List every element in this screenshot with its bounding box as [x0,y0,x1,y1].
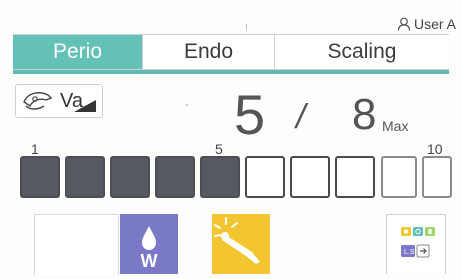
svg-text:L.S: L.S [404,249,415,256]
user-indicator[interactable]: User A [397,16,456,32]
tab-perio[interactable]: Perio [13,35,143,69]
water-button[interactable]: W [120,214,178,274]
power-current: 5 [234,83,266,146]
mode-tabs: Perio Endo Scaling [13,34,449,74]
scale-label-10: 10 [427,141,443,157]
scale-label-1: 1 [31,141,39,157]
light-button[interactable] [212,214,270,274]
level-bar[interactable] [155,156,195,198]
level-bar[interactable] [110,156,150,198]
level-bar[interactable] [422,156,452,198]
power-display: 5 / 8 Max [0,83,462,146]
bottom-toolbar: W L.S [0,210,462,275]
level-bar[interactable] [245,156,285,198]
water-drop-icon [142,226,156,250]
empty-slot[interactable] [96,214,119,275]
tab-endo[interactable]: Endo [143,35,275,69]
scale-label-5: 5 [215,141,223,157]
level-bar[interactable] [335,156,375,198]
tab-scaling[interactable]: Scaling [275,35,449,69]
level-bar[interactable] [381,156,417,198]
level-bar[interactable] [200,156,240,198]
empty-slot[interactable] [34,214,98,275]
water-label: W [140,251,158,271]
power-max: 8 [352,90,377,139]
divider-tick [246,24,247,30]
level-bar[interactable] [290,156,330,198]
level-bar[interactable] [20,156,60,198]
user-icon [397,17,411,31]
user-label: User A [413,16,456,32]
settings-button[interactable]: L.S [386,214,446,274]
light-icon [214,217,260,264]
power-separator: / [296,98,306,136]
settings-grid-icon: L.S [401,227,435,258]
power-max-label: Max [382,118,409,134]
level-bar[interactable] [65,156,105,198]
